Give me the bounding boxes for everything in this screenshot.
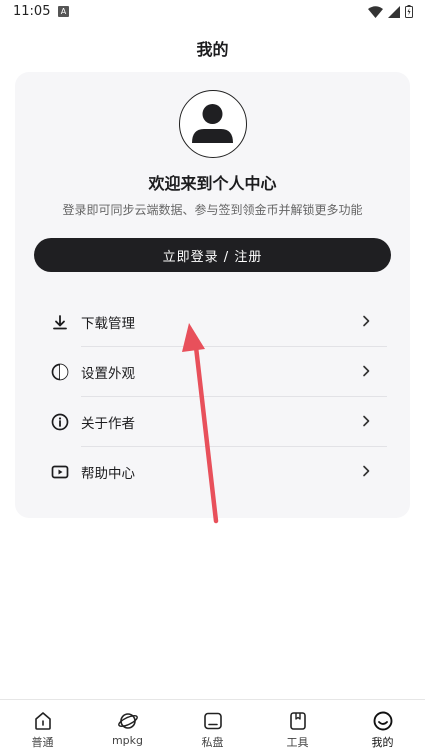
menu-item-help[interactable]: 帮助中心 <box>15 447 410 497</box>
appearance-icon <box>51 363 69 381</box>
smile-icon <box>373 711 392 731</box>
welcome-title: 欢迎来到个人中心 <box>148 174 277 193</box>
tab-label: mpkg <box>111 734 144 747</box>
menu-item-appearance[interactable]: 设置外观 <box>15 347 410 397</box>
tab-tools[interactable]: 工具 <box>255 700 340 755</box>
tab-private-disk[interactable]: 私盘 <box>170 700 255 755</box>
chevron-right-icon <box>363 315 370 327</box>
chevron-right-icon <box>363 415 370 427</box>
tab-label: 工具 <box>286 736 309 749</box>
planet-icon <box>117 713 138 729</box>
help-icon <box>51 465 69 479</box>
info-icon <box>51 413 69 431</box>
menu-label-help: 帮助中心 <box>81 466 135 482</box>
tab-label: 私盘 <box>201 736 224 749</box>
signal-icon <box>388 5 400 18</box>
menu-label-download: 下载管理 <box>81 316 135 332</box>
bottom-tab-bar: 普通 mpkg 私盘 工具 我的 <box>0 699 425 755</box>
status-bar: 11:05 A <box>0 0 425 26</box>
profile-card: 欢迎来到个人中心 登录即可同步云端数据、参与签到领金币并解锁更多功能 立即登录 … <box>15 72 410 518</box>
tab-mpkg[interactable]: mpkg <box>85 700 170 755</box>
user-avatar-icon <box>192 104 233 143</box>
tab-label: 普通 <box>31 736 54 749</box>
download-icon <box>53 315 67 330</box>
tab-normal[interactable]: 普通 <box>0 700 85 755</box>
notification-icon: A <box>58 6 69 17</box>
menu-item-download[interactable]: 下载管理 <box>15 297 410 347</box>
welcome-subtitle: 登录即可同步云端数据、参与签到领金币并解锁更多功能 <box>62 203 363 217</box>
tab-mine[interactable]: 我的 <box>340 700 425 755</box>
tab-label: 我的 <box>371 736 394 749</box>
chevron-right-icon <box>363 365 370 377</box>
page-title: 我的 <box>196 40 229 59</box>
wifi-icon <box>368 5 383 18</box>
menu-item-about[interactable]: 关于作者 <box>15 397 410 447</box>
home-icon <box>34 712 51 730</box>
login-register-button[interactable]: 立即登录 / 注册 <box>34 238 391 272</box>
menu-label-appearance: 设置外观 <box>81 366 135 382</box>
status-time: 11:05 <box>13 4 51 19</box>
avatar[interactable] <box>179 90 247 158</box>
toolbox-icon <box>289 712 306 730</box>
folder-icon <box>203 712 222 730</box>
status-icons <box>368 5 413 18</box>
battery-icon <box>405 5 413 18</box>
menu-label-about: 关于作者 <box>81 416 135 432</box>
chevron-right-icon <box>363 465 370 477</box>
